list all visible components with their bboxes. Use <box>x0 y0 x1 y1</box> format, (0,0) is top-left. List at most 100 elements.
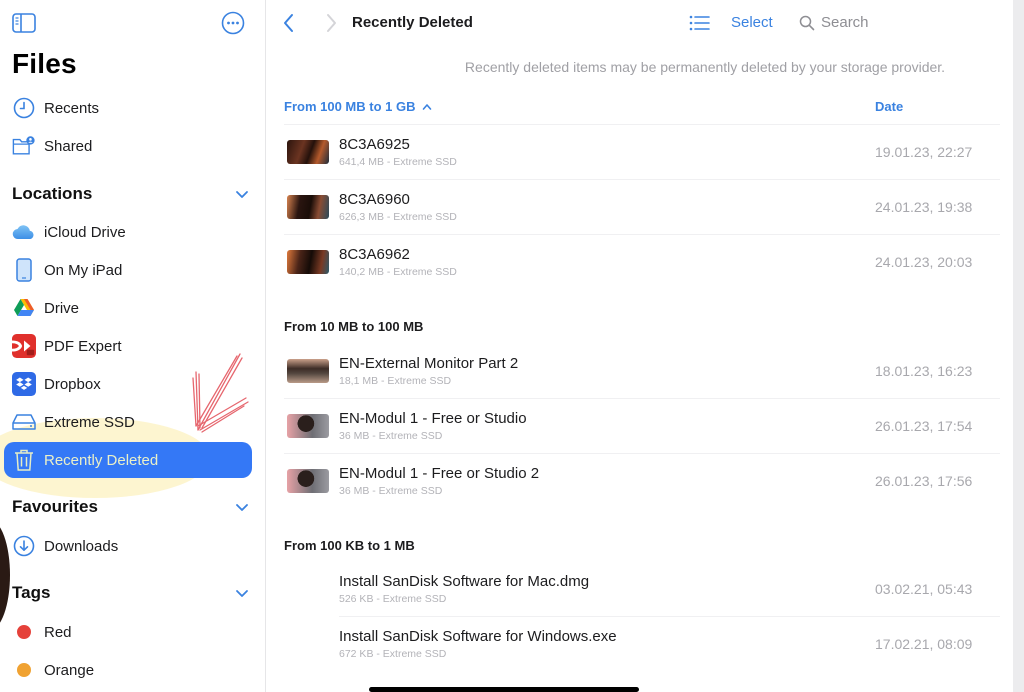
back-chevron-icon[interactable] <box>281 12 297 34</box>
locations-section-header[interactable]: Locations <box>12 181 250 207</box>
file-date: 26.01.23, 17:56 <box>875 473 973 489</box>
sidebar-item-label: Recently Deleted <box>44 451 159 469</box>
sidebar-toolbar <box>12 11 251 37</box>
section-title: Favourites <box>12 497 98 516</box>
sidebar-item-recents[interactable]: Recents <box>4 90 252 126</box>
tags-section-header[interactable]: Tags <box>12 580 250 606</box>
sidebar-item-label: Red <box>44 623 72 641</box>
forward-chevron-icon[interactable] <box>323 12 339 34</box>
pdf-expert-icon <box>12 334 36 358</box>
video-thumbnail <box>287 359 329 383</box>
sidebar-item-shared[interactable]: Shared <box>4 128 252 164</box>
file-row[interactable]: 8C3A6960 626,3 MB - Extreme SSD 24.01.23… <box>284 179 1000 234</box>
sort-label: From 100 MB to 1 GB <box>284 99 416 114</box>
sidebar-item-extreme-ssd[interactable]: Extreme SSD <box>4 404 252 440</box>
file-meta: 36 MB - Extreme SSD <box>339 430 443 442</box>
chevron-down-icon[interactable] <box>234 186 250 202</box>
size-group-header: From 10 MB to 100 MB <box>284 319 424 334</box>
row-separator <box>284 453 1000 454</box>
video-thumbnail <box>287 414 329 438</box>
date-column-header[interactable]: Date <box>875 99 903 114</box>
video-thumbnail <box>287 140 329 164</box>
search-field[interactable]: Search <box>799 14 869 31</box>
sidebar: Files Recents Shared Locations iCloud Dr… <box>0 0 266 692</box>
file-row[interactable]: 8C3A6925 641,4 MB - Extreme SSD 19.01.23… <box>284 124 1000 179</box>
sidebar-item-drive[interactable]: Drive <box>4 290 252 326</box>
navigation-bar: Recently Deleted Select Search <box>267 0 1013 46</box>
file-meta: 140,2 MB - Extreme SSD <box>339 266 457 278</box>
sidebar-item-on-my-ipad[interactable]: On My iPad <box>4 252 252 288</box>
file-meta: 18,1 MB - Extreme SSD <box>339 375 452 387</box>
list-view-icon[interactable] <box>689 14 711 32</box>
file-name: 8C3A6925 <box>339 136 410 153</box>
google-drive-icon <box>12 296 36 320</box>
sidebar-item-downloads[interactable]: Downloads <box>4 528 252 564</box>
file-row[interactable]: EN-Modul 1 - Free or Studio 36 MB - Extr… <box>284 398 1000 453</box>
size-group-sort-button[interactable]: From 100 MB to 1 GB <box>284 99 432 114</box>
trash-icon <box>12 448 36 472</box>
list-column-header: From 100 MB to 1 GB Date <box>284 99 1000 119</box>
file-row[interactable]: 8C3A6962 140,2 MB - Extreme SSD 24.01.23… <box>284 234 1000 289</box>
home-indicator[interactable] <box>369 687 639 692</box>
search-icon <box>799 15 815 30</box>
chevron-down-icon[interactable] <box>234 499 250 515</box>
orange-tag-icon <box>17 663 31 677</box>
file-row[interactable]: Install SanDisk Software for Windows.exe… <box>284 616 1000 671</box>
sidebar-toggle-icon[interactable] <box>12 13 36 33</box>
dropbox-icon <box>12 372 36 396</box>
file-date: 24.01.23, 19:38 <box>875 199 973 215</box>
sidebar-item-icloud-drive[interactable]: iCloud Drive <box>4 214 252 250</box>
file-name: EN-Modul 1 - Free or Studio <box>339 410 527 427</box>
chevron-down-icon[interactable] <box>234 585 250 601</box>
ipad-icon <box>12 258 36 282</box>
sidebar-item-label: Shared <box>44 137 93 155</box>
icloud-icon <box>12 220 36 244</box>
sidebar-item-label: Orange <box>44 661 95 679</box>
file-name: Install SanDisk Software for Mac.dmg <box>339 573 590 590</box>
file-date: 03.02.21, 05:43 <box>875 581 973 597</box>
row-separator <box>339 616 1000 617</box>
select-button[interactable]: Select <box>731 14 773 31</box>
sidebar-tag-red[interactable]: Red <box>4 614 252 650</box>
deletion-notice: Recently deleted items may be permanentl… <box>464 59 946 75</box>
file-meta: 626,3 MB - Extreme SSD <box>339 211 457 223</box>
sidebar-tag-orange[interactable]: Orange <box>4 652 252 688</box>
external-drive-icon <box>12 410 36 434</box>
clock-icon <box>12 96 36 120</box>
sidebar-item-label: Downloads <box>44 537 119 555</box>
sidebar-title: Files <box>12 48 77 79</box>
file-name: EN-Modul 1 - Free or Studio 2 <box>339 465 540 482</box>
file-meta: 36 MB - Extreme SSD <box>339 485 443 497</box>
file-date: 18.01.23, 16:23 <box>875 363 973 379</box>
tag-color-dot <box>12 620 36 644</box>
section-title: Locations <box>12 184 93 203</box>
file-date: 17.02.21, 08:09 <box>875 636 973 652</box>
more-options-icon[interactable] <box>221 11 245 35</box>
file-meta: 526 KB - Extreme SSD <box>339 593 447 605</box>
shared-folder-icon <box>12 134 36 158</box>
download-icon <box>12 534 36 558</box>
file-row[interactable]: EN-Modul 1 - Free or Studio 2 36 MB - Ex… <box>284 453 1000 508</box>
sidebar-item-label: Recents <box>44 99 100 117</box>
sidebar-item-label: iCloud Drive <box>44 223 126 241</box>
file-name: 8C3A6960 <box>339 191 410 208</box>
sidebar-item-pdf-expert[interactable]: PDF Expert <box>4 328 252 364</box>
file-name: EN-External Monitor Part 2 <box>339 355 519 372</box>
file-row[interactable]: Install SanDisk Software for Mac.dmg 526… <box>284 561 1000 616</box>
favourites-section-header[interactable]: Favourites <box>12 494 250 520</box>
video-thumbnail <box>287 469 329 493</box>
page-title: Recently Deleted <box>352 14 473 31</box>
sidebar-item-label: PDF Expert <box>44 337 122 355</box>
size-group-header: From 100 KB to 1 MB <box>284 538 415 553</box>
row-separator <box>284 234 1000 235</box>
file-date: 19.01.23, 22:27 <box>875 144 973 160</box>
main-content: Recently Deleted Select Search Recently … <box>267 0 1013 692</box>
sidebar-item-recently-deleted[interactable]: Recently Deleted <box>4 442 252 478</box>
sidebar-item-dropbox[interactable]: Dropbox <box>4 366 252 402</box>
file-row[interactable]: EN-External Monitor Part 2 18,1 MB - Ext… <box>284 343 1000 398</box>
row-separator <box>284 398 1000 399</box>
row-separator <box>284 179 1000 180</box>
file-date: 26.01.23, 17:54 <box>875 418 973 434</box>
file-meta: 672 KB - Extreme SSD <box>339 648 447 660</box>
sidebar-item-label: Drive <box>44 299 80 317</box>
